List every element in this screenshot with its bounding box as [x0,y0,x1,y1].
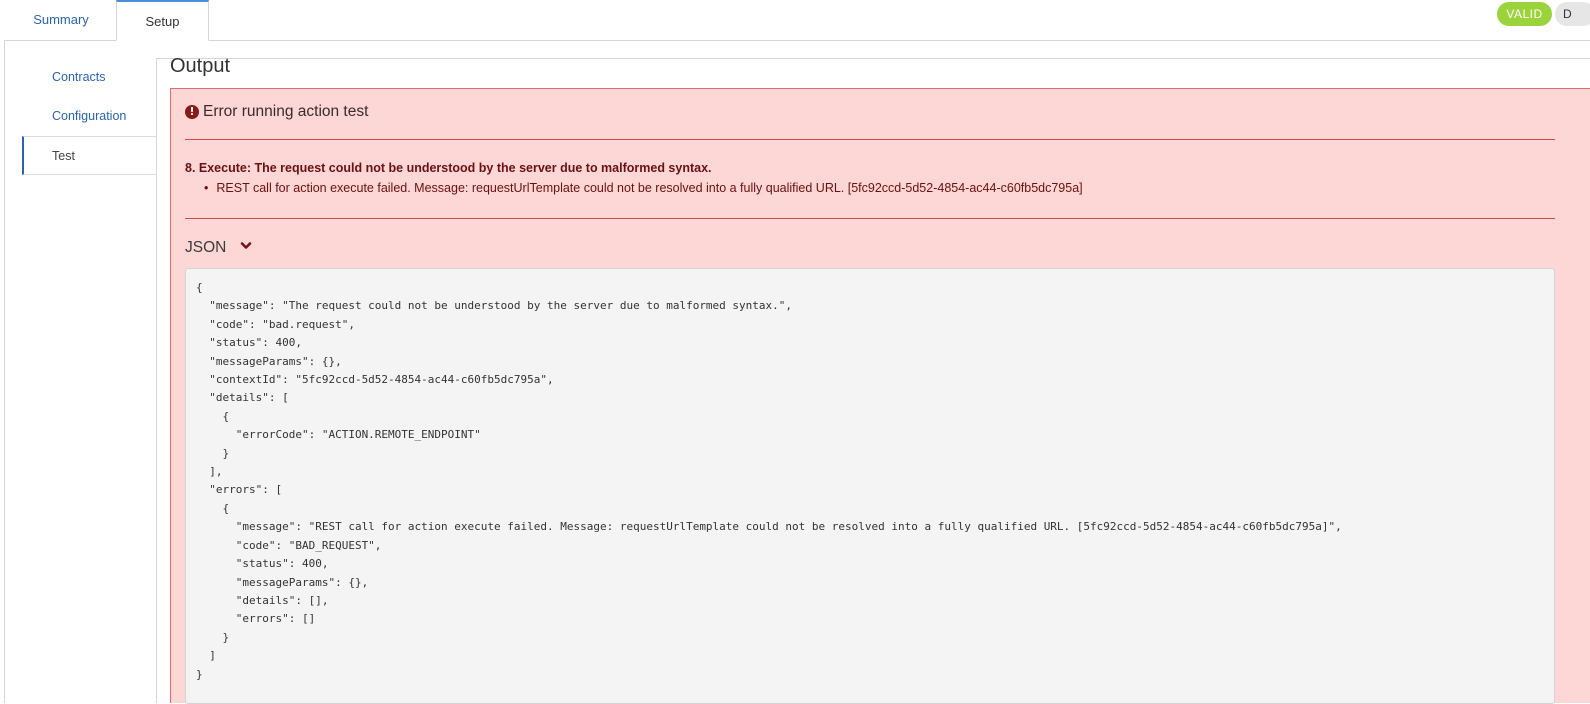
error-divider [185,218,1555,219]
status-badge-valid: VALID [1497,2,1552,26]
error-summary: 8. Execute: The request could not be und… [185,161,712,175]
json-toggle-label: JSON [185,239,227,256]
json-toggle[interactable]: JSON [185,239,252,257]
error-details-list: REST call for action execute failed. Mes… [205,181,1083,195]
error-divider [185,139,1555,140]
error-detail-item: REST call for action execute failed. Mes… [205,181,1083,195]
json-code-block: { "message": "The request could not be u… [185,268,1555,704]
setup-sidebar: Contracts Configuration Test [22,58,156,175]
error-header: ! Error running action test [185,102,368,122]
exclamation-circle-icon: ! [185,105,199,119]
status-badge-secondary[interactable]: D [1555,2,1590,26]
json-code-text: { "message": "The request could not be u… [196,281,1342,681]
sidebar-item-configuration[interactable]: Configuration [22,97,156,136]
error-detail-text: REST call for action execute failed. Mes… [216,181,1083,195]
sidebar-item-test[interactable]: Test [22,136,156,175]
tab-summary[interactable]: Summary [6,0,116,40]
top-bar: Summary Setup VALID D [0,0,1590,41]
output-heading: Output [170,55,231,77]
tab-setup[interactable]: Setup [116,0,209,41]
error-panel: ! Error running action test 8. Execute: … [170,88,1590,704]
chevron-down-icon[interactable] [240,240,252,252]
error-title: Error running action test [203,103,369,120]
sidebar-item-contracts[interactable]: Contracts [22,58,156,97]
